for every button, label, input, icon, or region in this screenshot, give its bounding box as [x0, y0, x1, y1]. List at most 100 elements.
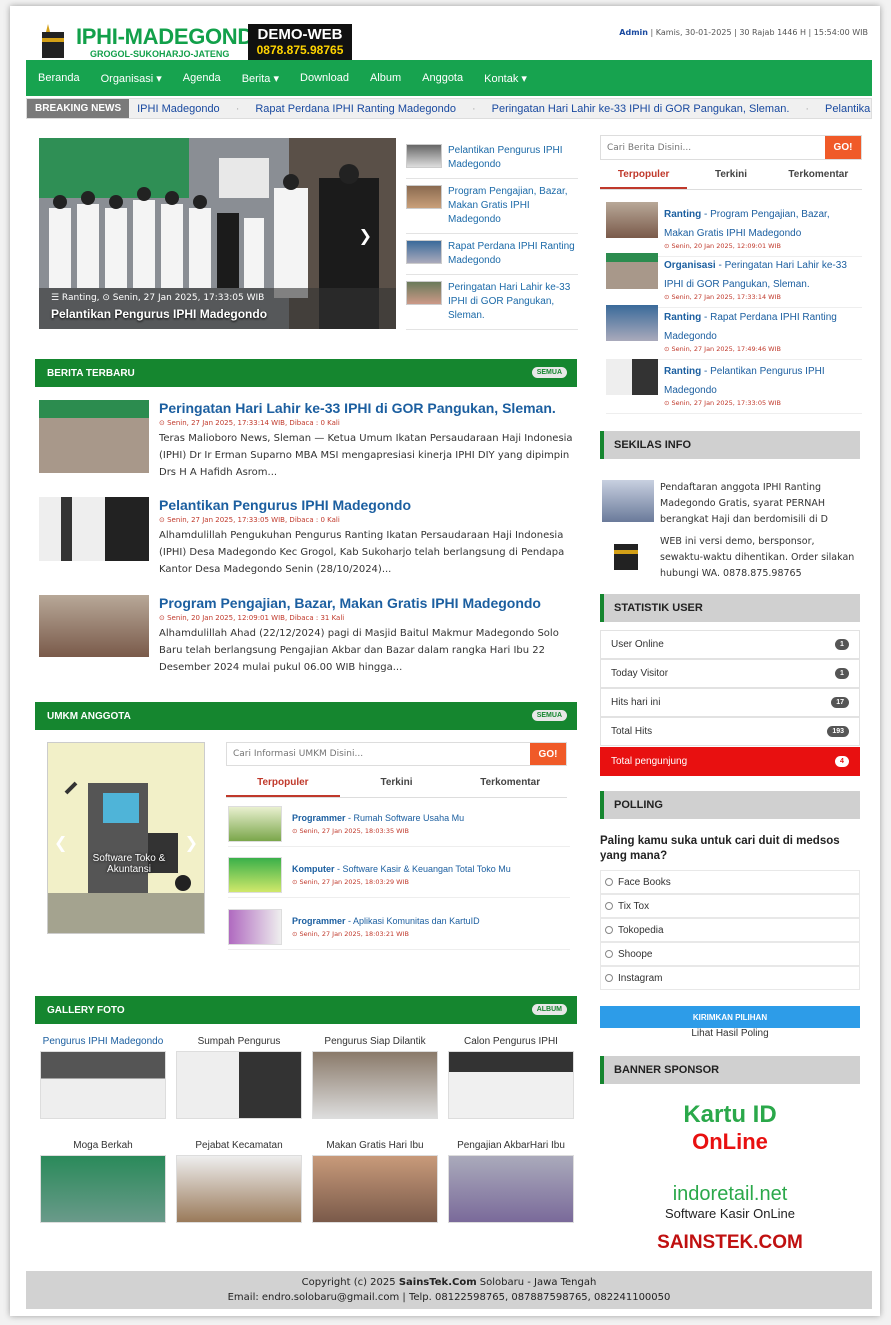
nav-beranda[interactable]: Beranda	[38, 72, 80, 84]
gallery-item[interactable]: Pengurus IPHI Madegondo	[40, 1036, 166, 1119]
gallery-item[interactable]: Makan Gratis Hari Ibu	[312, 1140, 438, 1223]
ticker-item[interactable]: Rapat Perdana IPHI Ranting Madegondo	[255, 103, 456, 115]
poll-option[interactable]: Tokopedia	[600, 918, 860, 942]
headline-item[interactable]: Program Pengajian, Bazar, Makan Gratis I…	[406, 179, 578, 234]
poll-option[interactable]: Face Books	[600, 870, 860, 894]
gallery-item[interactable]: Sumpah Pengurus	[176, 1036, 302, 1119]
poll-option-label[interactable]: Tix Tox	[618, 901, 649, 912]
tab-terpopuler[interactable]: Terpopuler	[226, 772, 340, 797]
gallery-image[interactable]	[448, 1051, 574, 1119]
umkm-item[interactable]: Komputer - Software Kasir & Keuangan Tot…	[228, 857, 570, 898]
news-title[interactable]: Peringatan Hari Lahir ke-33 IPHI di GOR …	[159, 400, 579, 416]
gallery-label[interactable]: Makan Gratis Hari Ibu	[312, 1140, 438, 1151]
semua-button[interactable]: SEMUA	[531, 367, 567, 378]
poll-option[interactable]: Tix Tox	[600, 894, 860, 918]
footer-brand-link[interactable]: SainsTek.Com	[399, 1277, 477, 1288]
submit-poll-button[interactable]: KIRIMKAN PILIHAN	[600, 1006, 860, 1028]
admin-link[interactable]: Admin	[619, 28, 648, 37]
gallery-label[interactable]: Pejabat Kecamatan	[176, 1140, 302, 1151]
radio-icon[interactable]	[605, 878, 613, 886]
umkm-item[interactable]: Programmer - Rumah Software Usaha Mu ⊙ S…	[228, 806, 570, 847]
headline-title[interactable]: Program Pengajian, Bazar, Makan Gratis I…	[448, 185, 578, 227]
headline-title[interactable]: Rapat Perdana IPHI Ranting Madegondo	[448, 240, 578, 268]
headline-title[interactable]: Peringatan Hari Lahir ke-33 IPHI di GOR …	[448, 281, 578, 323]
news-thumb[interactable]	[39, 497, 149, 561]
umkm-search-input[interactable]	[227, 743, 530, 765]
tab-terkini[interactable]: Terkini	[340, 772, 454, 797]
nav-download[interactable]: Download	[300, 72, 349, 84]
gallery-image[interactable]	[312, 1051, 438, 1119]
tab-terkomentar[interactable]: Terkomentar	[775, 164, 862, 189]
nav-berita[interactable]: Berita ▾	[242, 72, 279, 85]
tab-terkomentar[interactable]: Terkomentar	[453, 772, 567, 797]
sponsor-kartuid-line1[interactable]: Kartu ID	[600, 1101, 860, 1129]
gallery-image[interactable]	[176, 1051, 302, 1119]
news-search-input[interactable]	[601, 136, 825, 159]
popular-item[interactable]: Ranting - Rapat Perdana IPHI Ranting Mad…	[606, 305, 862, 360]
sponsor-indoretail-line1[interactable]: indoretail.net	[600, 1183, 860, 1206]
site-logo[interactable]	[38, 24, 70, 62]
umkm-title[interactable]: - Aplikasi Komunitas dan KartuID	[346, 916, 480, 926]
sponsor-sainstek[interactable]: SAINSTEK.COM	[600, 1232, 860, 1254]
radio-icon[interactable]	[605, 950, 613, 958]
nav-agenda[interactable]: Agenda	[183, 72, 221, 84]
gallery-label[interactable]: Calon Pengurus IPHI	[448, 1036, 574, 1047]
news-go-button[interactable]: GO!	[825, 136, 861, 159]
umkm-title[interactable]: - Software Kasir & Keuangan Total Toko M…	[335, 864, 511, 874]
news-title[interactable]: Pelantikan Pengurus IPHI Madegondo	[159, 497, 579, 513]
ticker-item[interactable]: Pelantikan Pengurus IPHI Madegondo	[825, 103, 871, 115]
popular-category[interactable]: Ranting	[664, 209, 701, 220]
gallery-label[interactable]: Pengurus IPHI Madegondo	[40, 1036, 166, 1047]
sponsor-sainstek-label[interactable]: SAINSTEK.COM	[600, 1232, 860, 1254]
poll-option-label[interactable]: Tokopedia	[618, 925, 664, 936]
umkm-category[interactable]: Komputer	[292, 864, 335, 874]
gallery-image[interactable]	[40, 1155, 166, 1223]
gallery-label[interactable]: Moga Berkah	[40, 1140, 166, 1151]
gallery-item[interactable]: Pengajian AkbarHari Ibu	[448, 1140, 574, 1223]
gallery-image[interactable]	[176, 1155, 302, 1223]
poll-results-link[interactable]: Lihat Hasil Poling	[600, 1028, 860, 1039]
popular-item[interactable]: Organisasi - Peringatan Hari Lahir ke-33…	[606, 253, 862, 308]
umkm-category[interactable]: Programmer	[292, 916, 346, 926]
radio-icon[interactable]	[605, 926, 613, 934]
semua-button[interactable]: SEMUA	[531, 710, 567, 721]
tab-terkini[interactable]: Terkini	[687, 164, 774, 189]
gallery-item[interactable]: Moga Berkah	[40, 1140, 166, 1223]
slider-title[interactable]: Pelantikan Pengurus IPHI Madegondo	[51, 307, 267, 321]
popular-item[interactable]: Ranting - Pelantikan Pengurus IPHI Madeg…	[606, 359, 862, 414]
ticker-item[interactable]: Peringatan Hari Lahir ke-33 IPHI di GOR …	[492, 103, 790, 115]
gallery-image[interactable]	[40, 1051, 166, 1119]
sponsor-kartuid[interactable]: Kartu ID OnLine	[600, 1101, 860, 1155]
nav-organisasi[interactable]: Organisasi ▾	[101, 72, 162, 85]
gallery-label[interactable]: Pengurus Siap Dilantik	[312, 1036, 438, 1047]
umkm-go-button[interactable]: GO!	[530, 743, 566, 765]
poll-option-label[interactable]: Shoope	[618, 949, 652, 960]
gallery-image[interactable]	[448, 1155, 574, 1223]
radio-icon[interactable]	[605, 902, 613, 910]
chevron-right-icon[interactable]: ❯	[185, 833, 198, 852]
ticker-item[interactable]: IPHI Madegondo	[137, 103, 220, 115]
popular-category[interactable]: Ranting	[664, 366, 701, 377]
site-title[interactable]: IPHI-MADEGONDO	[76, 24, 270, 50]
headline-slider[interactable]: ☰ Ranting, ⊙ Senin, 27 Jan 2025, 17:33:0…	[39, 138, 396, 329]
gallery-item[interactable]: Pejabat Kecamatan	[176, 1140, 302, 1223]
gallery-item[interactable]: Pengurus Siap Dilantik	[312, 1036, 438, 1119]
poll-option-label[interactable]: Face Books	[618, 877, 671, 888]
chevron-right-icon[interactable]: ❯	[359, 226, 372, 245]
nav-anggota[interactable]: Anggota	[422, 72, 463, 84]
headline-item[interactable]: Pelantikan Pengurus IPHI Madegondo	[406, 138, 578, 179]
poll-option[interactable]: Instagram	[600, 966, 860, 990]
gallery-item[interactable]: Calon Pengurus IPHI	[448, 1036, 574, 1119]
nav-album[interactable]: Album	[370, 72, 401, 84]
umkm-category[interactable]: Programmer	[292, 813, 346, 823]
chevron-left-icon[interactable]: ❮	[54, 833, 67, 852]
sponsor-kartuid-line2[interactable]: OnLine	[600, 1129, 860, 1155]
headline-title[interactable]: Pelantikan Pengurus IPHI Madegondo	[448, 144, 578, 172]
poll-option[interactable]: Shoope	[600, 942, 860, 966]
popular-category[interactable]: Ranting	[664, 312, 701, 323]
album-button[interactable]: ALBUM	[531, 1004, 567, 1015]
umkm-item[interactable]: Programmer - Aplikasi Komunitas dan Kart…	[228, 909, 570, 950]
headline-item[interactable]: Peringatan Hari Lahir ke-33 IPHI di GOR …	[406, 275, 578, 330]
gallery-label[interactable]: Sumpah Pengurus	[176, 1036, 302, 1047]
radio-icon[interactable]	[605, 974, 613, 982]
